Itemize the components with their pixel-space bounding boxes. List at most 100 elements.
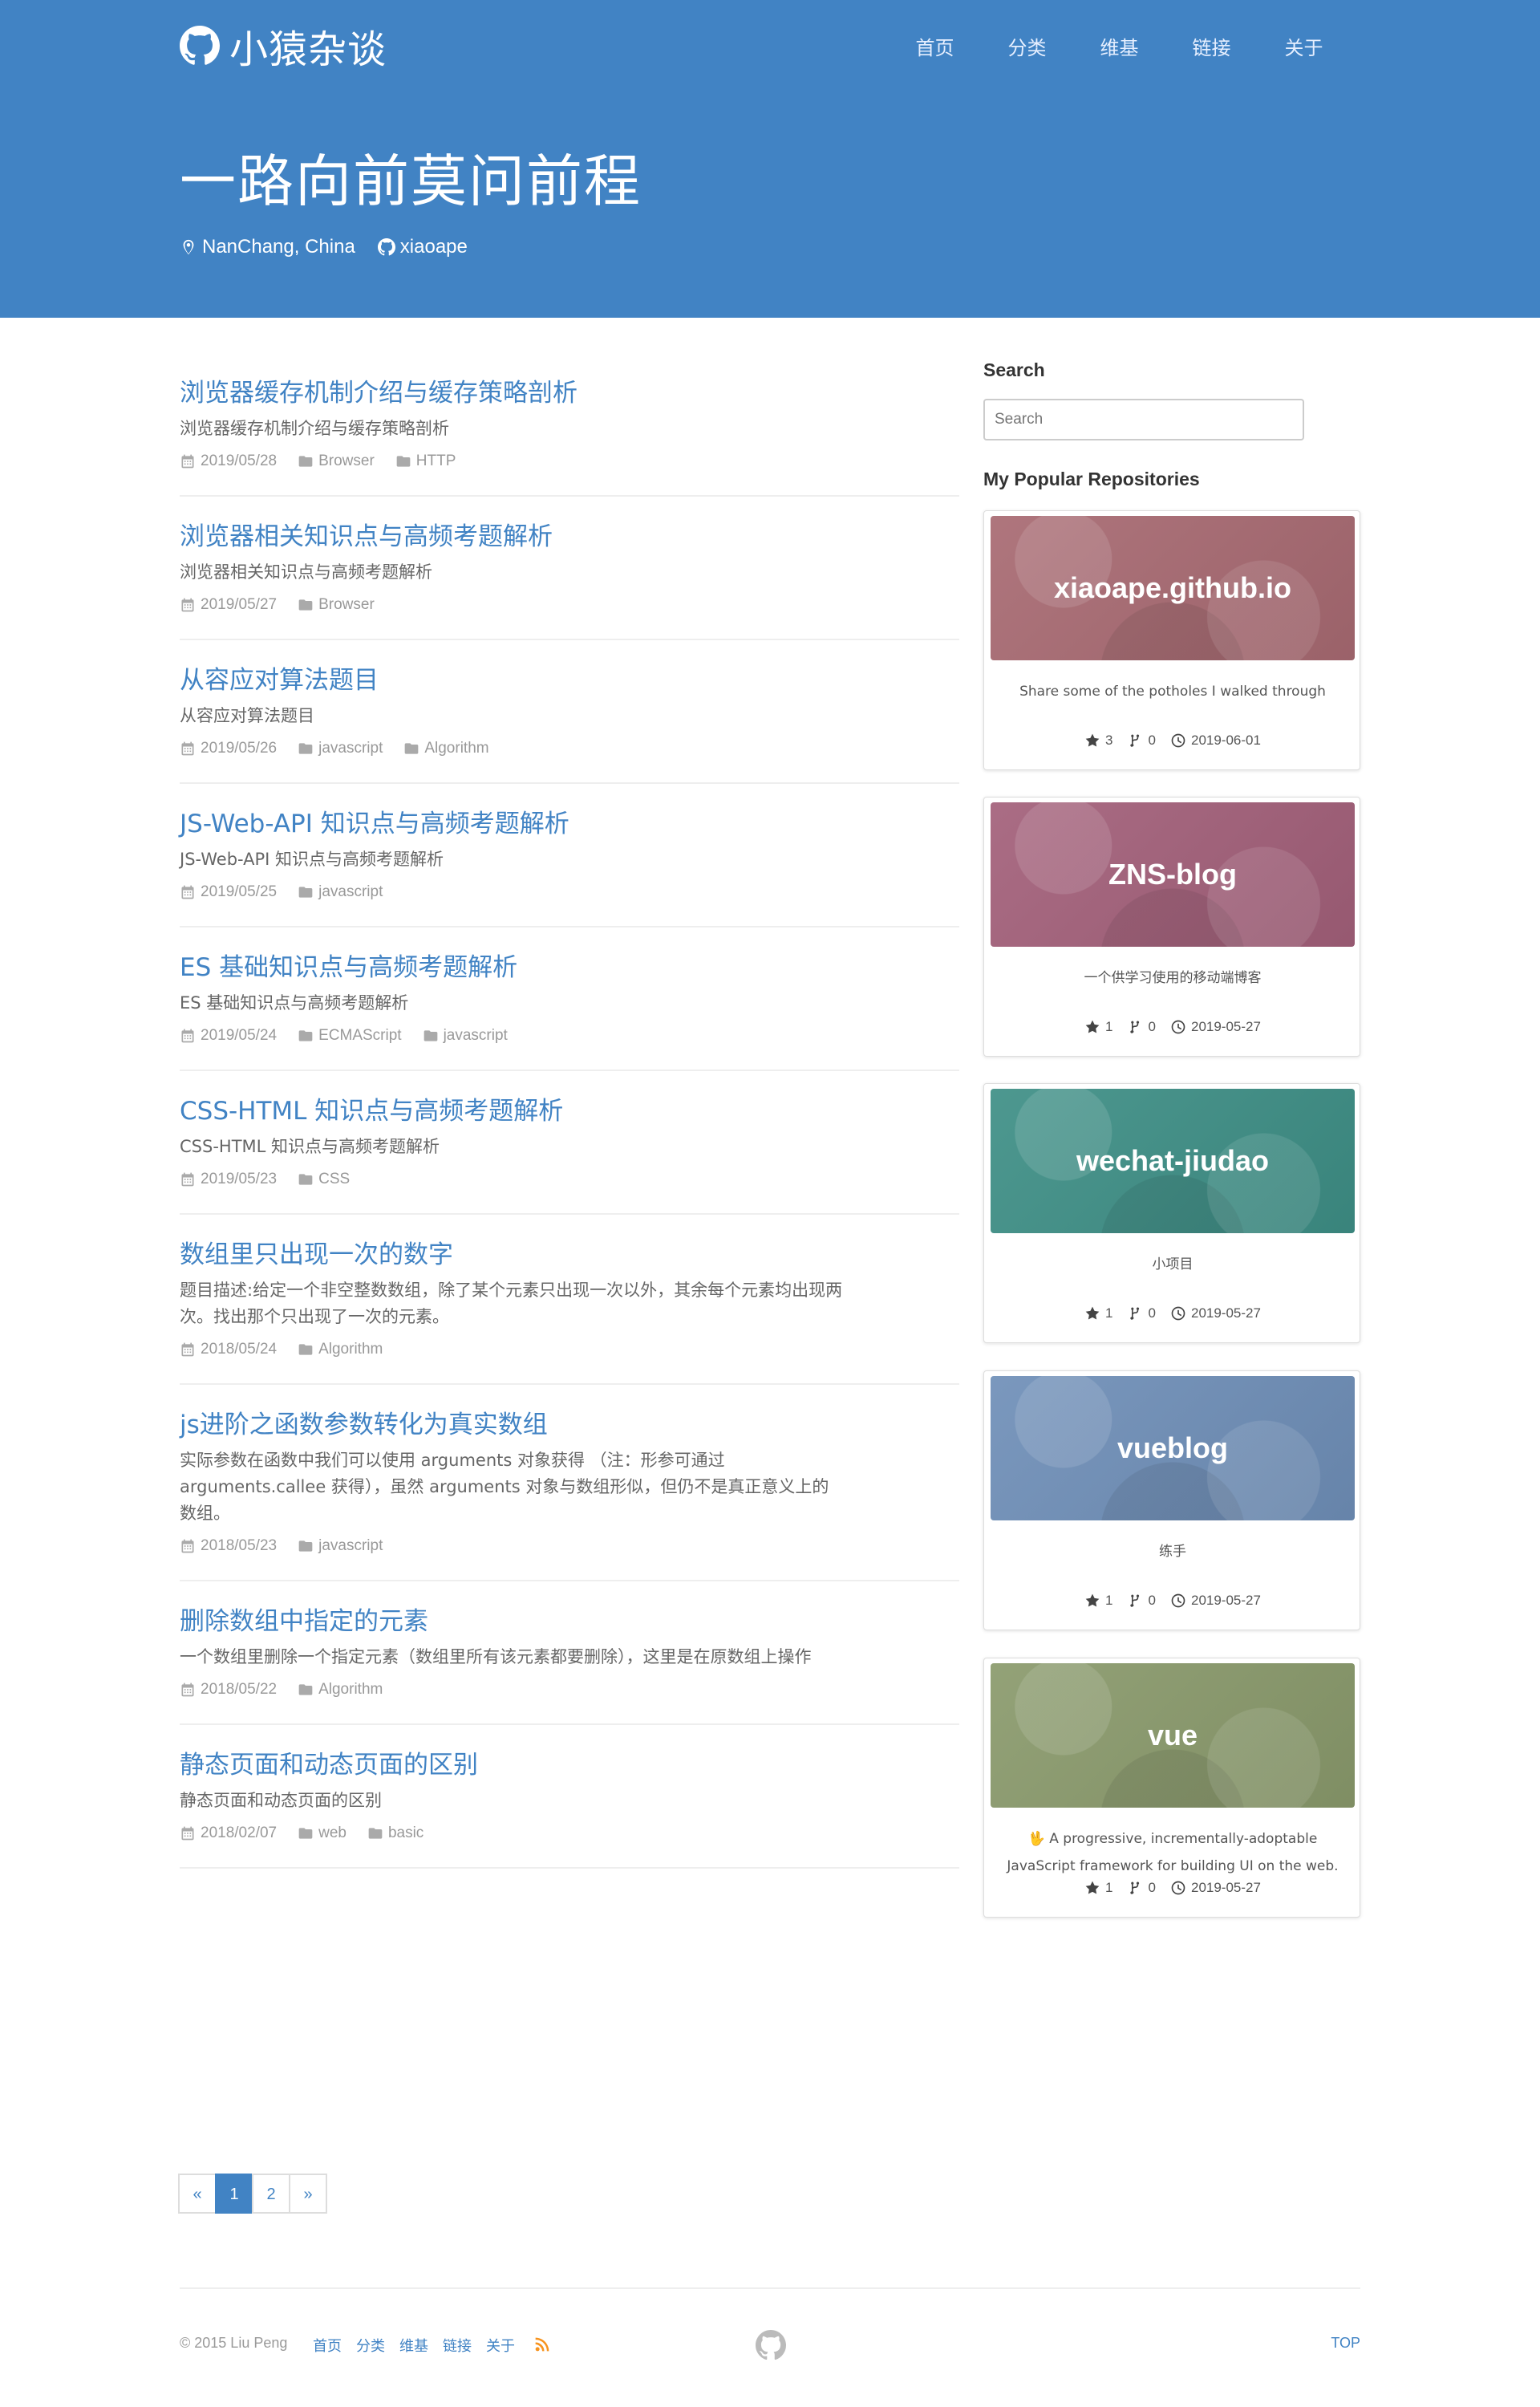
post-category[interactable]: HTTP [395,450,456,473]
nav-categories[interactable]: 分类 [981,32,1073,60]
pagination-prev[interactable]: « [178,2174,217,2214]
nav-home[interactable]: 首页 [889,32,981,60]
repo-banner[interactable]: xiaoape.github.io [991,516,1355,660]
nav-links[interactable]: 链接 [1165,32,1258,60]
post-category-label: Algorithm [318,1681,383,1698]
repo-card[interactable]: wechat-jiudao 小项目 1 0 2019-05-27 [983,1083,1360,1343]
post-title-link[interactable]: 浏览器相关知识点与高频考题解析 [180,519,959,554]
post-title-link[interactable]: 静态页面和动态页面的区别 [180,1747,959,1783]
hero-banner: 小猿杂谈 首页 分类 维基 链接 关于 一路向前莫问前程 NanChang, C… [0,0,1540,318]
repo-updated: 2019-06-01 [1170,733,1261,749]
repo-stars: 1 [1084,1305,1113,1321]
post-title-link[interactable]: 浏览器缓存机制介绍与缓存策略剖析 [180,375,959,411]
folder-icon [298,1684,313,1695]
post-date-label: 2019/05/24 [201,1027,278,1044]
post-title-link[interactable]: js进阶之函数参数转化为真实数组 [180,1407,959,1443]
repo-forks-count: 0 [1148,1880,1156,1895]
nav-wiki[interactable]: 维基 [1073,32,1165,60]
repo-updated: 2019-05-27 [1170,1880,1261,1896]
folder-icon [298,456,313,467]
repo-stars-count: 3 [1105,733,1113,748]
footer-link-wiki[interactable]: 维基 [399,2335,428,2356]
repo-card[interactable]: ZNS-blog 一个供学习使用的移动端博客 1 0 2019-05-27 [983,797,1360,1057]
post-item: CSS-HTML 知识点与高频考题解析 CSS-HTML 知识点与高频考题解析 … [180,1094,959,1215]
repo-stats: 1 0 2019-05-27 [984,1305,1361,1321]
post-category[interactable]: ECMAScript [298,1025,402,1047]
post-date-label: 2018/05/24 [201,1341,278,1358]
folder-icon [298,743,313,754]
search-input[interactable] [983,399,1304,440]
post-category-label: CSS [318,1171,351,1187]
footer-link-about[interactable]: 关于 [486,2335,515,2356]
calendar-icon [181,1826,194,1841]
repo-banner[interactable]: ZNS-blog [991,802,1355,947]
post-category[interactable]: javascript [298,737,383,760]
post-category[interactable]: Browser [298,594,375,616]
post-category[interactable]: Algorithm [403,737,489,760]
repo-stars: 1 [1084,1880,1113,1896]
folder-icon [396,456,411,467]
nav-about[interactable]: 关于 [1258,32,1350,60]
clock-icon [1171,733,1185,748]
repo-stars: 1 [1084,1593,1113,1609]
github-footer-icon[interactable] [756,2330,786,2360]
post-title-link[interactable]: JS-Web-API 知识点与高频考题解析 [180,806,959,842]
post-meta: 2019/05/26 javascript Algorithm [180,737,959,760]
post-meta: 2019/05/23 CSS [180,1168,959,1191]
repo-stats: 1 0 2019-05-27 [984,1880,1361,1896]
post-date-label: 2018/02/07 [201,1825,278,1841]
post-item: js进阶之函数参数转化为真实数组 实际参数在函数中我们可以使用 argument… [180,1407,959,1581]
folder-icon [298,1540,313,1552]
post-category-label: javascript [318,1537,383,1554]
repo-forks-count: 0 [1148,733,1156,748]
folder-icon [298,1174,313,1185]
back-to-top-link[interactable]: TOP [1331,2335,1360,2352]
pagination-page-1[interactable]: 1 [215,2174,253,2214]
repo-card[interactable]: vue 🖖 A progressive, incrementally-adopt… [983,1658,1360,1918]
post-category[interactable]: javascript [423,1025,508,1047]
post-category[interactable]: CSS [298,1168,350,1191]
star-icon [1085,1020,1100,1033]
post-category[interactable]: Algorithm [298,1338,383,1361]
post-category[interactable]: javascript [298,881,383,903]
fork-icon [1129,734,1139,747]
post-date: 2019/05/26 [180,737,277,760]
repo-forks-count: 0 [1148,1019,1156,1034]
post-title-link[interactable]: 从容应对算法题目 [180,663,959,698]
post-category[interactable]: basic [367,1822,424,1845]
repo-stars: 1 [1084,1019,1113,1035]
post-category[interactable]: javascript [298,1535,383,1557]
repo-banner[interactable]: vueblog [991,1376,1355,1520]
repo-banner[interactable]: wechat-jiudao [991,1089,1355,1233]
calendar-icon [181,1029,194,1043]
brand-link[interactable]: 小猿杂谈 [180,18,387,74]
repo-forks: 0 [1128,1593,1156,1609]
repo-banner[interactable]: vue [991,1663,1355,1808]
post-excerpt: 一个数组里删除一个指定元素（数组里所有该元素都要删除），这里是在原数组上操作 [180,1647,812,1666]
post-excerpt: 静态页面和动态页面的区别 [180,1791,382,1810]
post-title-link[interactable]: CSS-HTML 知识点与高频考题解析 [180,1094,959,1129]
repo-card[interactable]: vueblog 练手 1 0 2019-05-27 [983,1370,1360,1630]
clock-icon [1171,1881,1185,1895]
post-date: 2018/05/23 [180,1535,277,1557]
pagination-page-2[interactable]: 2 [252,2174,290,2214]
post-title-link[interactable]: 数组里只出现一次的数字 [180,1237,959,1273]
post-date-label: 2019/05/26 [201,740,278,757]
repo-card[interactable]: xiaoape.github.io Share some of the poth… [983,510,1360,770]
post-category[interactable]: Algorithm [298,1678,383,1701]
pagination-next[interactable]: » [289,2174,327,2214]
footer-link-categories[interactable]: 分类 [356,2335,385,2356]
rss-icon[interactable] [534,2336,550,2352]
post-date: 2018/05/24 [180,1338,277,1361]
folder-icon [298,887,313,898]
post-meta: 2018/02/07 web basic [180,1822,959,1845]
post-title-link[interactable]: 删除数组中指定的元素 [180,1604,959,1639]
calendar-icon [181,1539,194,1553]
post-title-link[interactable]: ES 基础知识点与高频考题解析 [180,950,959,985]
post-excerpt: CSS-HTML 知识点与高频考题解析 [180,1137,440,1156]
post-category[interactable]: web [298,1822,346,1845]
footer-link-home[interactable]: 首页 [313,2335,342,2356]
github-profile-link[interactable]: xiaoape [377,236,468,258]
footer-link-links[interactable]: 链接 [443,2335,472,2356]
post-category[interactable]: Browser [298,450,375,473]
